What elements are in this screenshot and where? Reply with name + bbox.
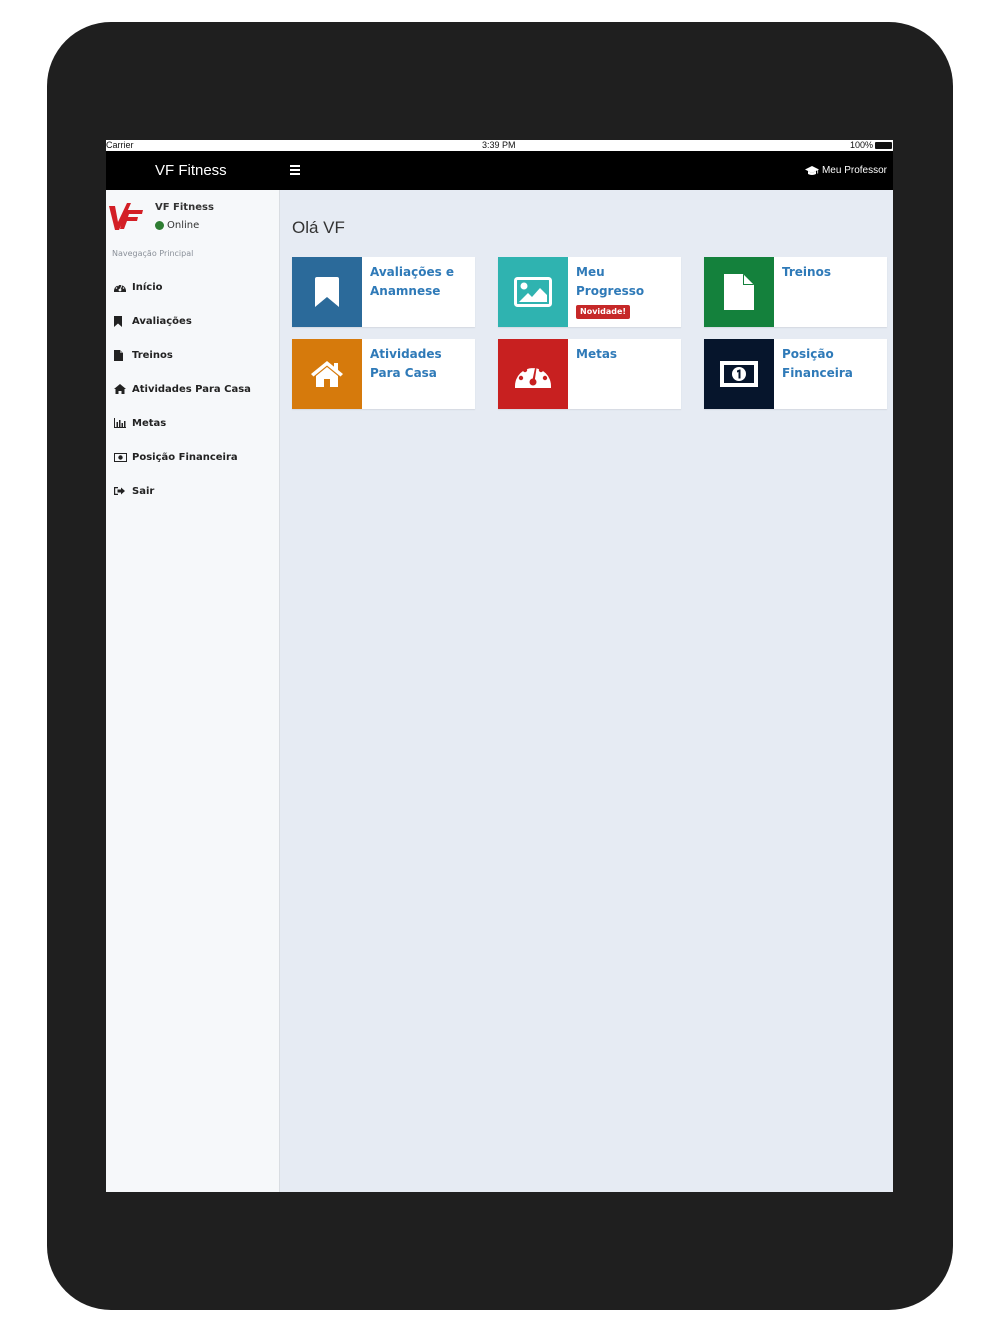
menu-toggle-icon[interactable] [290, 163, 302, 177]
sidebar-item-label: Início [132, 281, 163, 293]
tile-label: Meu Progresso [576, 265, 645, 298]
tile-icon-box [498, 339, 568, 409]
dashboard-icon [515, 363, 551, 388]
tile-treinos[interactable]: Treinos [704, 257, 887, 327]
user-name: VF Fitness [155, 202, 214, 213]
main-content: Olá VF Avaliações e Anamnese Meu Progres… [280, 190, 893, 1192]
sidebar-item-metas[interactable]: Metas [106, 406, 280, 440]
sidebar-item-treinos[interactable]: Treinos [106, 338, 280, 372]
page-title: Olá VF [292, 218, 345, 237]
sidebar-item-avaliacoes[interactable]: Avaliações [106, 304, 280, 338]
sidebar-item-posicao-financeira[interactable]: Posição Financeira [106, 440, 280, 474]
tile-icon-box [704, 257, 774, 327]
home-icon [114, 383, 132, 395]
user-status: Online [155, 220, 199, 231]
tile-label: Posição Financeira [782, 347, 853, 380]
sidebar-item-inicio[interactable]: Início [106, 270, 280, 304]
tile-icon-box [292, 257, 362, 327]
graduation-cap-icon [804, 166, 819, 175]
tile-label: Avaliações e Anamnese [370, 265, 455, 298]
dashboard-icon [114, 281, 132, 293]
tile-content: Meu Progresso Novidade! [568, 257, 681, 327]
sidebar-item-label: Atividades Para Casa [132, 383, 251, 395]
bookmark-icon [315, 277, 339, 307]
sidebar-item-sair[interactable]: Sair [106, 474, 280, 508]
sidebar: VF Fitness Online Navegação Principal In… [106, 190, 280, 1192]
file-icon [724, 274, 754, 310]
sidebar-item-label: Posição Financeira [132, 451, 238, 463]
online-indicator-icon [155, 221, 164, 230]
money-icon [114, 451, 132, 463]
carrier-label: Carrier [106, 140, 134, 150]
vf-logo-icon [109, 203, 143, 230]
meu-professor-label: Meu Professor [821, 165, 887, 176]
sidebar-item-label: Avaliações [132, 315, 192, 327]
brand-title[interactable]: VF Fitness [155, 151, 227, 190]
picture-icon [514, 277, 552, 307]
money-icon [720, 361, 758, 387]
battery-percent: 100% [849, 140, 873, 150]
top-navbar: VF Fitness Meu Professor [106, 151, 893, 190]
sidebar-item-label: Metas [132, 417, 167, 429]
user-panel: VF Fitness Online [108, 198, 278, 238]
home-icon [311, 361, 343, 387]
meu-professor-link[interactable]: Meu Professor [804, 151, 887, 191]
tile-meu-progresso[interactable]: Meu Progresso Novidade! [498, 257, 681, 327]
tile-label: Atividades Para Casa [370, 347, 442, 380]
file-icon [114, 349, 132, 361]
status-bar: Carrier 3:39 PM 100% [106, 140, 893, 151]
tile-metas[interactable]: Metas [498, 339, 681, 409]
tile-icon-box [704, 339, 774, 409]
tile-avaliacoes-anamnese[interactable]: Avaliações e Anamnese [292, 257, 475, 327]
tile-icon-box [292, 339, 362, 409]
user-status-label: Online [167, 220, 200, 231]
sign-out-icon [114, 485, 132, 497]
bookmark-icon [114, 315, 132, 327]
sidebar-item-label: Sair [132, 485, 155, 497]
nav-header: Navegação Principal [112, 249, 194, 258]
tile-label: Treinos [782, 265, 831, 279]
sidebar-item-label: Treinos [132, 349, 173, 361]
sidebar-nav: Início Avaliações Treinos Atividades Par… [106, 270, 280, 508]
sidebar-item-atividades-para-casa[interactable]: Atividades Para Casa [106, 372, 280, 406]
tile-icon-box [498, 257, 568, 327]
tile-atividades-para-casa[interactable]: Atividades Para Casa [292, 339, 475, 409]
new-badge: Novidade! [576, 305, 631, 319]
clock: 3:39 PM [482, 140, 516, 150]
battery-icon [875, 142, 892, 149]
bar-chart-icon [114, 417, 132, 429]
app-screen: Carrier 3:39 PM 100% VF Fitness Meu Prof… [106, 140, 893, 1192]
tile-posicao-financeira[interactable]: Posição Financeira [704, 339, 887, 409]
tile-label: Metas [576, 347, 618, 361]
